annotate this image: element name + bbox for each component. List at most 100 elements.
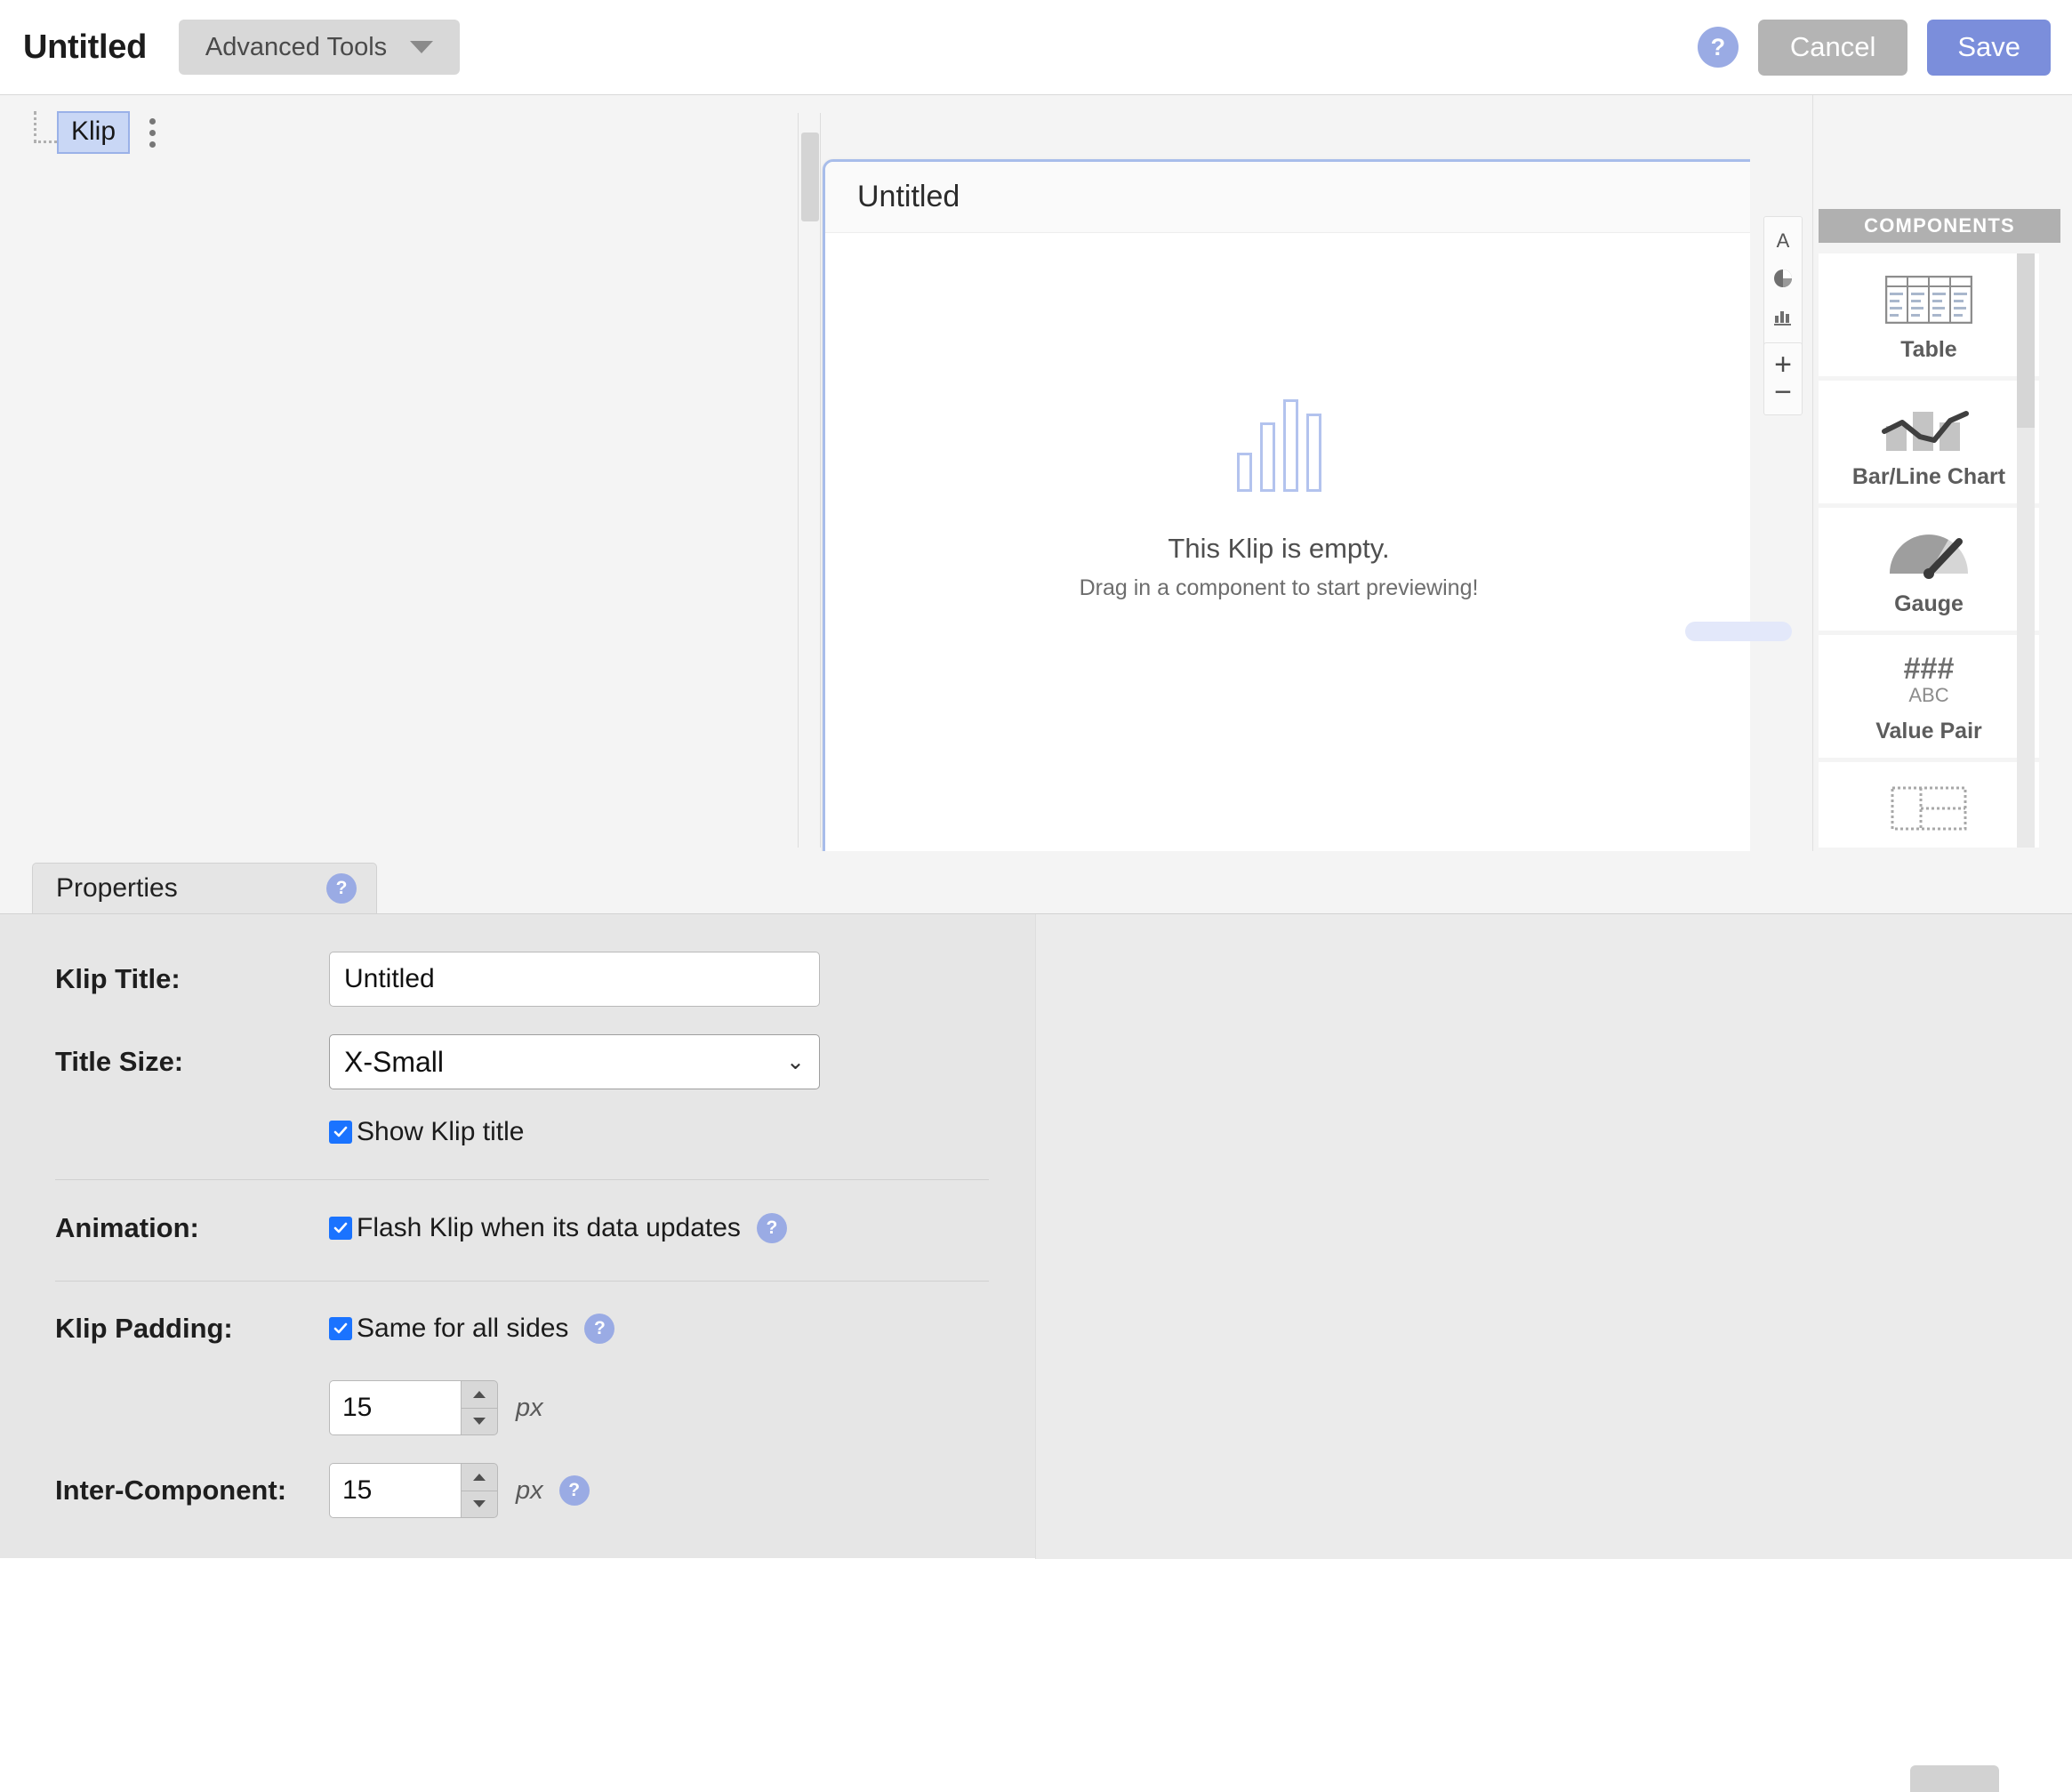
zoom-in-button[interactable]: +	[1774, 350, 1792, 380]
same-all-sides-checkbox[interactable]	[329, 1317, 352, 1340]
component-label: Value Pair	[1875, 718, 1982, 743]
layout-grid-icon	[1891, 776, 1967, 840]
field-show-klip-title: Show Klip title	[329, 1117, 524, 1147]
properties-right-pane	[1035, 914, 2072, 1559]
chevron-down-icon: ⌄	[786, 1049, 805, 1074]
field-klip-padding: Klip Padding: Same for all sides ?	[55, 1313, 615, 1345]
stepper-down-icon[interactable]	[462, 1491, 497, 1518]
components-list: Table Bar/Line Chart Gauge ### ABC Value…	[1819, 253, 2041, 848]
divider	[55, 1179, 989, 1180]
canvas-zoom-controls: + −	[1763, 342, 1803, 415]
inter-component-label: Inter-Component:	[55, 1475, 287, 1506]
help-icon[interactable]: ?	[1697, 27, 1739, 68]
components-scrollbar-thumb[interactable]	[2017, 253, 2035, 428]
chevron-down-icon	[410, 41, 434, 53]
components-panel-header: COMPONENTS	[1819, 209, 2060, 243]
klip-title-label: Klip Title:	[55, 963, 181, 994]
klip-padding-label: Klip Padding:	[55, 1313, 233, 1344]
component-layout-grid[interactable]: Layout Grid	[1819, 762, 2039, 848]
help-icon[interactable]: ?	[584, 1314, 615, 1344]
klip-preview-canvas: Untitled This Klip is empty. Drag in a c…	[821, 95, 1750, 851]
value-pair-icon-hash: ###	[1903, 652, 1955, 687]
same-all-sides-label: Same for all sides	[357, 1314, 569, 1343]
tab-properties-label: Properties	[56, 873, 178, 903]
page-title: Untitled	[23, 28, 148, 66]
work-area: Klip Untitled This Klip is empty. Drag i…	[0, 95, 2072, 940]
properties-form: Klip Title: Title Size: X-Small ⌄ Show K…	[0, 914, 1034, 1559]
value-pair-icon-abc: ABC	[1908, 684, 1949, 707]
help-icon[interactable]: ?	[326, 873, 357, 904]
component-table[interactable]: Table	[1819, 253, 2039, 376]
help-icon[interactable]: ?	[756, 1213, 787, 1243]
value-pair-icon: ### ABC	[1904, 649, 1955, 713]
component-bar-line-chart[interactable]: Bar/Line Chart	[1819, 381, 2039, 503]
field-inter-component: Inter-Component: px ?	[55, 1463, 590, 1518]
tree-connector-line	[34, 111, 57, 143]
bar-chart-icon	[1236, 398, 1321, 492]
klip-empty-state: This Klip is empty. Drag in a component …	[825, 233, 1732, 767]
help-icon[interactable]: ?	[558, 1475, 590, 1506]
empty-state-title: This Klip is empty.	[1168, 532, 1390, 564]
component-value-pair[interactable]: ### ABC Value Pair	[1819, 635, 2039, 758]
flash-klip-checkbox[interactable]	[329, 1217, 352, 1240]
top-toolbar: Untitled Advanced Tools ? Cancel Save	[0, 0, 2072, 95]
bar-chart-icon[interactable]	[1769, 302, 1797, 331]
klip-card-header: Untitled	[825, 162, 1750, 233]
tree-row: Klip	[34, 111, 159, 154]
field-klip-title: Klip Title:	[55, 952, 944, 1007]
advanced-tools-dropdown[interactable]: Advanced Tools	[179, 20, 461, 75]
title-size-label: Title Size:	[55, 1046, 184, 1077]
field-title-size: Title Size: X-Small ⌄	[55, 1034, 944, 1089]
inter-component-unit: px	[516, 1475, 543, 1505]
stepper-up-icon[interactable]	[462, 1464, 497, 1491]
stepper-down-icon[interactable]	[462, 1409, 497, 1435]
properties-panel: Properties ? Klip Title: Title Size: X-S…	[0, 851, 2072, 1792]
component-label: Layout Grid	[1867, 846, 1991, 848]
klip-padding-stepper[interactable]	[329, 1380, 498, 1435]
klip-padding-arrows[interactable]	[461, 1380, 498, 1435]
table-icon	[1885, 268, 1972, 332]
text-icon[interactable]: A	[1769, 226, 1797, 254]
component-label: Table	[1900, 336, 1957, 362]
canvas-vertical-scrollbar-thumb[interactable]	[801, 133, 819, 221]
component-label: Gauge	[1894, 591, 1964, 616]
zoom-out-button[interactable]: −	[1774, 377, 1792, 407]
top-actions: ? Cancel Save	[1697, 19, 2051, 76]
divider	[55, 1281, 989, 1282]
show-klip-title-checkbox[interactable]	[329, 1121, 352, 1144]
klip-card[interactable]: Untitled This Klip is empty. Drag in a c…	[823, 159, 1750, 851]
advanced-tools-label: Advanced Tools	[205, 32, 388, 61]
title-size-value: X-Small	[344, 1045, 445, 1078]
cancel-button[interactable]: Cancel	[1757, 19, 1908, 76]
empty-state-subtitle: Drag in a component to start previewing!	[1079, 575, 1479, 600]
bar-line-chart-icon	[1881, 395, 1977, 459]
tree-node-klip[interactable]: Klip	[57, 111, 131, 154]
save-button[interactable]: Save	[1927, 19, 2051, 76]
drop-target-indicator	[1685, 622, 1792, 641]
canvas-vertical-scrollbar[interactable]	[798, 113, 821, 848]
svg-text:A: A	[1777, 229, 1790, 252]
klip-card-title: Untitled	[857, 180, 960, 213]
klip-title-input[interactable]	[329, 952, 820, 1007]
klip-padding-stepper-row: px	[329, 1380, 543, 1435]
pie-chart-icon[interactable]	[1769, 264, 1797, 293]
properties-panel-resize-handle[interactable]	[1910, 1765, 1999, 1792]
show-klip-title-label: Show Klip title	[357, 1117, 525, 1146]
flash-klip-label: Flash Klip when its data updates	[357, 1213, 741, 1242]
more-options-icon[interactable]	[146, 115, 159, 151]
tab-properties[interactable]: Properties ?	[32, 863, 377, 913]
animation-label: Animation:	[55, 1212, 199, 1243]
inter-component-arrows[interactable]	[461, 1463, 498, 1518]
inter-component-input[interactable]	[329, 1463, 461, 1518]
component-gauge[interactable]: Gauge	[1819, 508, 2039, 631]
klip-padding-unit: px	[516, 1393, 543, 1422]
klip-padding-input[interactable]	[329, 1380, 461, 1435]
klip-tree-panel: Klip	[0, 95, 799, 851]
properties-tabbar: Properties ?	[0, 863, 2072, 913]
title-size-select[interactable]: X-Small ⌄	[329, 1034, 820, 1089]
component-label: Bar/Line Chart	[1851, 463, 2006, 489]
stepper-up-icon[interactable]	[462, 1381, 497, 1409]
inter-component-stepper[interactable]	[329, 1463, 498, 1518]
gauge-icon	[1884, 522, 1973, 586]
field-animation: Animation: Flash Klip when its data upda…	[55, 1212, 787, 1244]
